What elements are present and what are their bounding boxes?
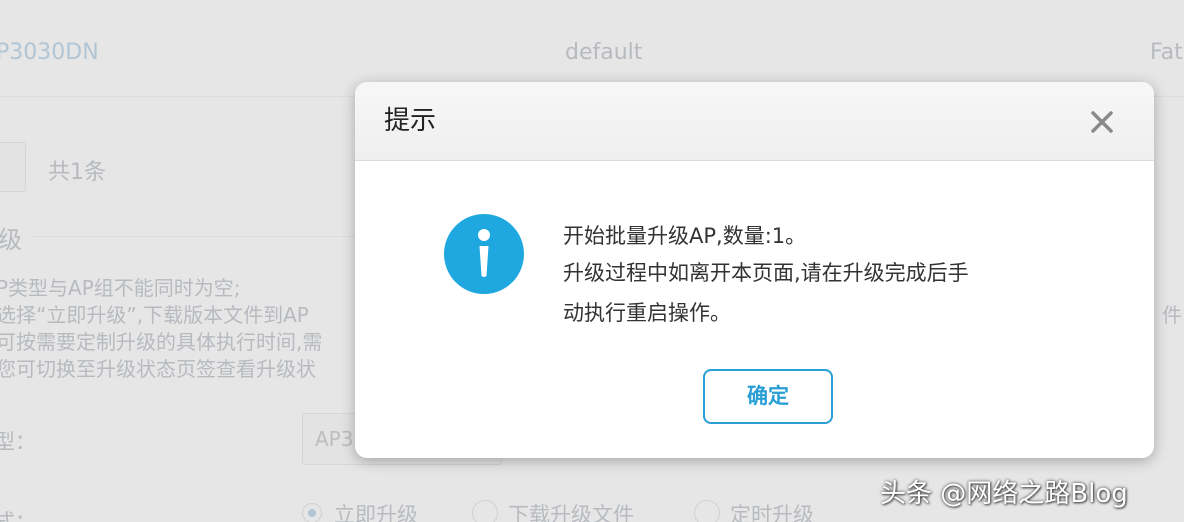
message-line-1: 开始批量升级AP,数量:1。 — [563, 224, 807, 248]
message-line-3: 动执行重启操作。 — [563, 301, 731, 325]
ok-button[interactable]: 确定 — [703, 369, 833, 424]
info-icon — [443, 213, 525, 295]
prompt-dialog: 提示 开始批量升级AP,数量:1。 升级过程中如离开本页面,请在升级完成后手 动… — [355, 82, 1154, 458]
dialog-header: 提示 — [355, 82, 1154, 161]
close-icon[interactable] — [1088, 108, 1116, 136]
dialog-title: 提示 — [384, 106, 437, 136]
watermark: 头条 @网络之路Blog — [880, 479, 1128, 509]
message-line-2: 升级过程中如离开本页面,请在升级完成后手 — [563, 261, 969, 285]
page: P3030DN default Fat 共1条 级 P类型与AP组不能同时为空;… — [0, 0, 1184, 522]
